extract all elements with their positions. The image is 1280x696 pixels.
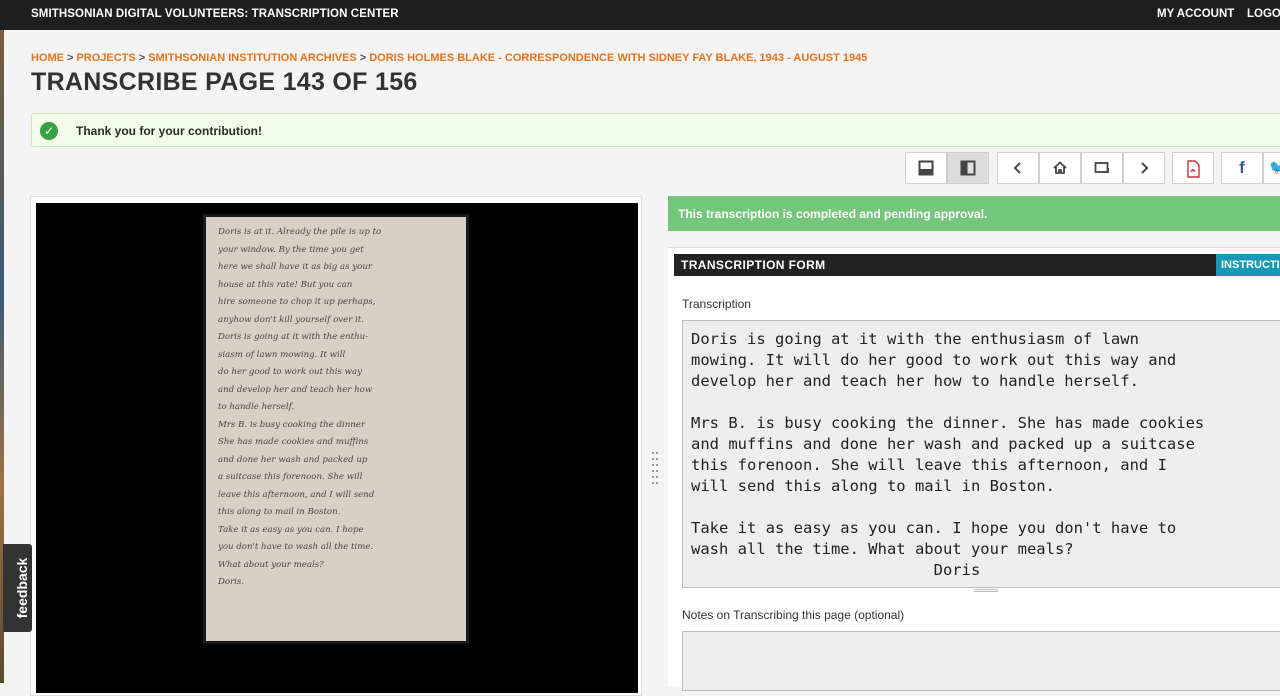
- breadcrumb-separator: >: [359, 52, 367, 64]
- document-viewer-canvas[interactable]: Doris is at it. Already the pile is up t…: [36, 203, 638, 693]
- textarea-resize-grip[interactable]: [974, 589, 998, 592]
- transcription-form: TRANSCRIPTION FORM INSTRUCTIONS Transcri…: [668, 247, 1280, 691]
- handwriting-line: Mrs B. is busy cooking the dinner: [218, 419, 365, 430]
- handwriting-line: siasm of lawn mowing. It will: [218, 349, 346, 360]
- my-account-link[interactable]: MY ACCOUNT: [1157, 8, 1234, 20]
- handwritten-letter-image: Doris is at it. Already the pile is up t…: [203, 214, 469, 644]
- handwriting-line: What about your meals?: [218, 559, 324, 570]
- transcription-label: Transcription: [682, 297, 751, 311]
- home-icon[interactable]: [1039, 152, 1081, 184]
- handwriting-line: and develop her and teach her how: [218, 384, 373, 395]
- handwriting-line: anyhow don't kill yourself over it.: [218, 314, 364, 325]
- handwriting-line: house at this rate! But you can: [218, 279, 353, 290]
- twitter-icon[interactable]: 🐦: [1263, 152, 1280, 184]
- instructions-tab[interactable]: INSTRUCTIONS: [1216, 254, 1280, 276]
- logout-link[interactable]: LOGOUT: [1247, 8, 1280, 20]
- handwriting-line: Doris.: [218, 577, 245, 587]
- feedback-tab[interactable]: feedback: [3, 544, 32, 632]
- layout-horizontal-icon[interactable]: [905, 152, 947, 184]
- handwriting-line: do her good to work out this way: [218, 367, 362, 377]
- handwriting-line: your window. By the time you get: [218, 244, 364, 255]
- breadcrumb-projects[interactable]: PROJECTS: [76, 52, 135, 64]
- handwriting-line: to handle herself.: [218, 402, 295, 412]
- handwriting-line: leave this afternoon, and I will send: [218, 489, 375, 500]
- handwriting-line: a suitcase this forenoon. She will: [218, 472, 363, 482]
- site-title[interactable]: SMITHSONIAN DIGITAL VOLUNTEERS: TRANSCRI…: [31, 8, 399, 20]
- notes-label: Notes on Transcribing this page (optiona…: [682, 608, 905, 622]
- breadcrumb-project[interactable]: DORIS HOLMES BLAKE - CORRESPONDENCE WITH…: [369, 52, 867, 64]
- page-title: TRANSCRIBE PAGE 143 OF 156: [31, 68, 418, 96]
- check-circle-icon: ✓: [40, 122, 58, 140]
- feedback-label: feedback: [14, 557, 30, 619]
- facebook-icon[interactable]: f: [1221, 152, 1263, 184]
- success-alert: ✓ Thank you for your contribution!: [31, 113, 1280, 147]
- notes-textarea[interactable]: [682, 631, 1280, 691]
- breadcrumb-separator: >: [138, 52, 146, 64]
- alert-message: Thank you for your contribution!: [76, 124, 262, 138]
- handwriting-line: and done her wash and packed up: [218, 454, 368, 465]
- handwriting-line: Doris is at it. Already the pile is up t…: [218, 227, 382, 237]
- slideshow-icon[interactable]: [1081, 152, 1123, 184]
- breadcrumb-separator: >: [67, 52, 74, 64]
- breadcrumb: HOME > PROJECTS > SMITHSONIAN INSTITUTION AR…: [31, 52, 867, 64]
- document-viewer[interactable]: Doris is at it. Already the pile is up t…: [30, 196, 642, 696]
- layout-vertical-icon[interactable]: [947, 152, 989, 184]
- pane-resize-handle[interactable]: [651, 450, 659, 484]
- breadcrumb-home[interactable]: HOME: [31, 52, 64, 64]
- handwriting-line: She has made cookies and muffins: [218, 437, 369, 447]
- status-banner: This transcription is completed and pend…: [668, 196, 1280, 231]
- top-navigation-bar: SMITHSONIAN DIGITAL VOLUNTEERS: TRANSCRI…: [0, 0, 1280, 30]
- handwriting-line: hire someone to chop it up perhaps,: [218, 297, 376, 307]
- breadcrumb-archives[interactable]: SMITHSONIAN INSTITUTION ARCHIVES: [148, 52, 357, 64]
- handwritten-text: Doris is at it. Already the pile is up t…: [218, 227, 458, 595]
- pdf-icon[interactable]: [1172, 152, 1214, 184]
- handwriting-line: you don't have to wash all the time.: [218, 542, 374, 552]
- handwriting-line: Take it as easy as you can. I hope: [218, 524, 364, 535]
- next-icon[interactable]: [1123, 152, 1165, 184]
- transcription-textarea[interactable]: Doris is going at it with the enthusiasm…: [682, 320, 1280, 588]
- form-header: TRANSCRIPTION FORM: [674, 254, 1280, 276]
- handwriting-line: here we shall have it as big as your: [218, 262, 372, 272]
- handwriting-line: this along to mail in Boston.: [218, 507, 341, 517]
- handwriting-line: Doris is going at it with the enthu-: [218, 332, 369, 342]
- prev-icon[interactable]: [997, 152, 1039, 184]
